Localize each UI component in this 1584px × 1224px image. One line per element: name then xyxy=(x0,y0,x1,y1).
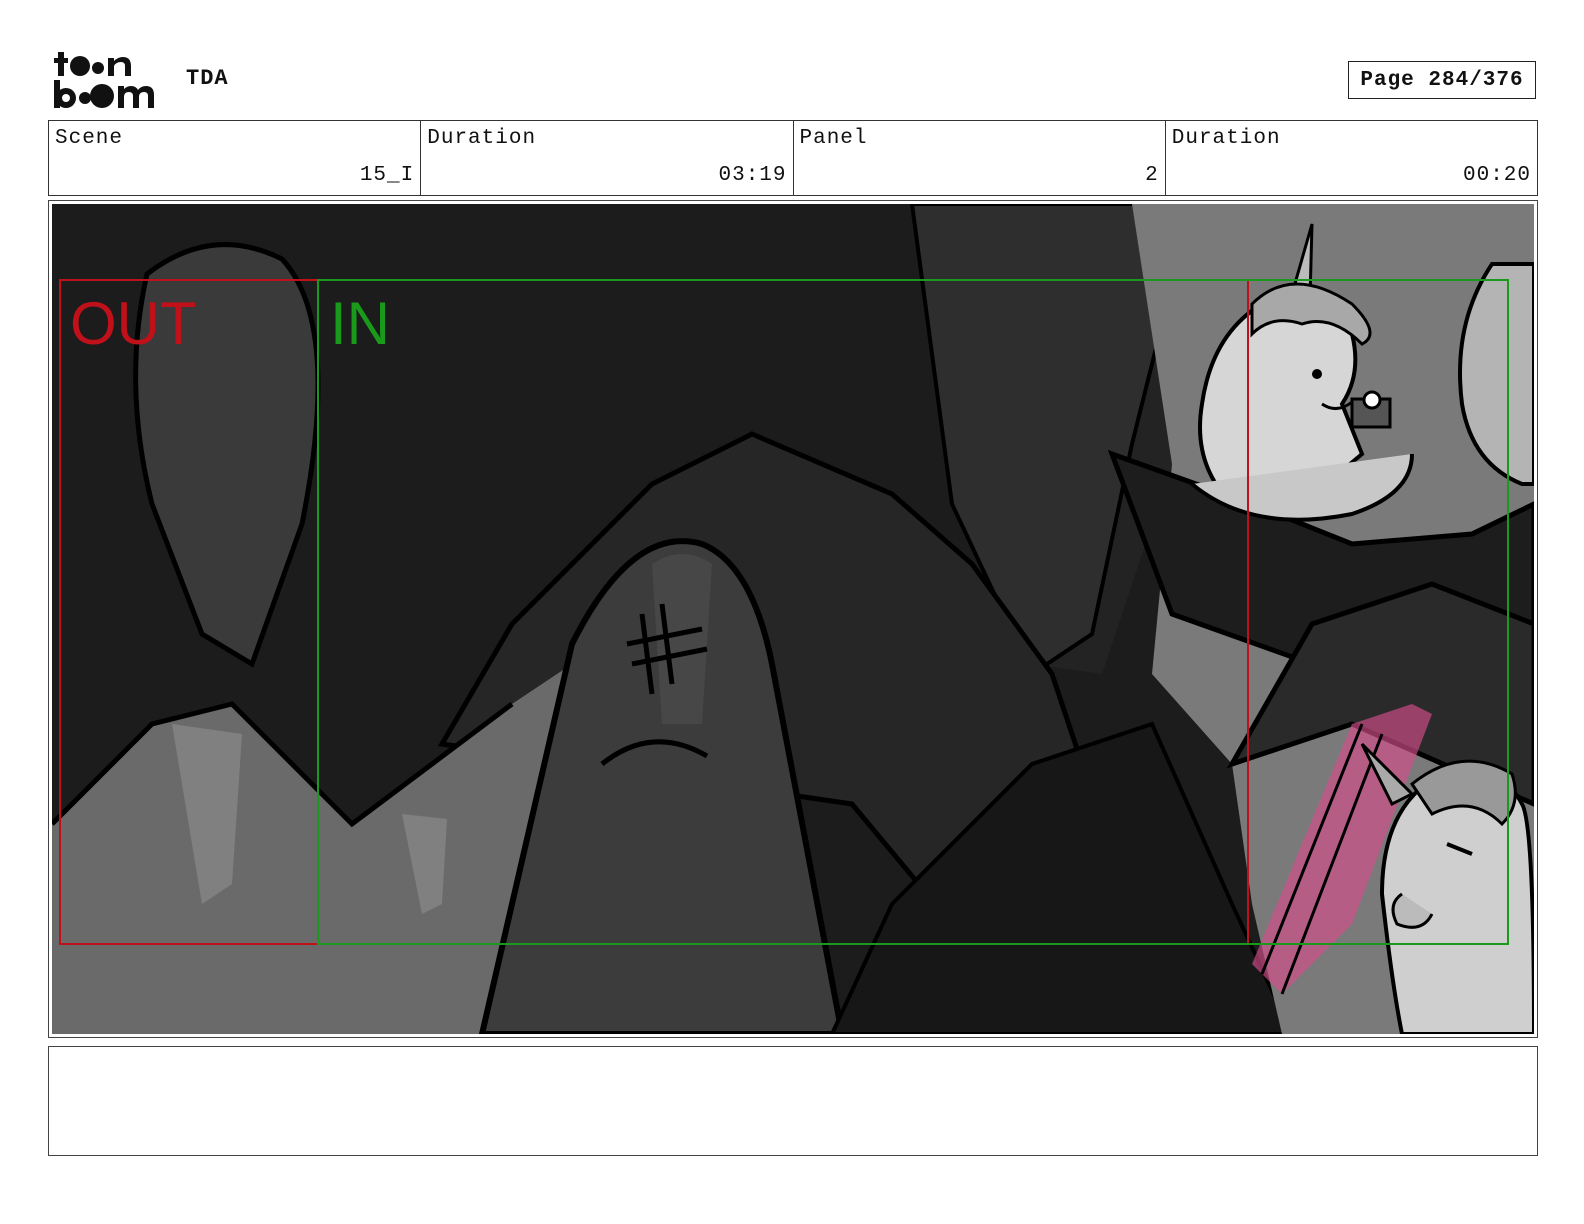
scene-duration-cell: Duration 03:19 xyxy=(421,121,794,195)
panel-duration-value: 00:20 xyxy=(1462,164,1531,187)
page-counter: Page 284/376 xyxy=(1348,61,1536,99)
panel-duration-cell: Duration 00:20 xyxy=(1166,121,1537,195)
scene-cell: Scene 15_I xyxy=(49,121,422,195)
toon-boom-logo xyxy=(54,52,154,108)
panel-notes-text xyxy=(49,1047,1537,1063)
camera-out-label: OUT xyxy=(70,290,197,357)
scene-value: 15_I xyxy=(359,164,415,187)
panel-notes-box[interactable] xyxy=(48,1046,1538,1156)
scene-duration-label: Duration xyxy=(427,127,537,150)
project-title: TDA xyxy=(186,66,229,91)
scene-duration-value: 03:19 xyxy=(718,164,787,187)
scene-label: Scene xyxy=(55,127,124,150)
panel-cell: Panel 2 xyxy=(794,121,1166,195)
panel-value: 2 xyxy=(1145,164,1159,187)
storyboard-drawing xyxy=(52,204,1534,1034)
panel-label: Panel xyxy=(799,127,868,150)
scene-info-table: Scene 15_I Duration 03:19 Panel 2 Durati… xyxy=(48,120,1538,196)
camera-in-label: IN xyxy=(330,290,390,357)
panel-duration-label: Duration xyxy=(1171,127,1281,150)
storyboard-panel-image: OUT IN xyxy=(52,204,1534,1034)
